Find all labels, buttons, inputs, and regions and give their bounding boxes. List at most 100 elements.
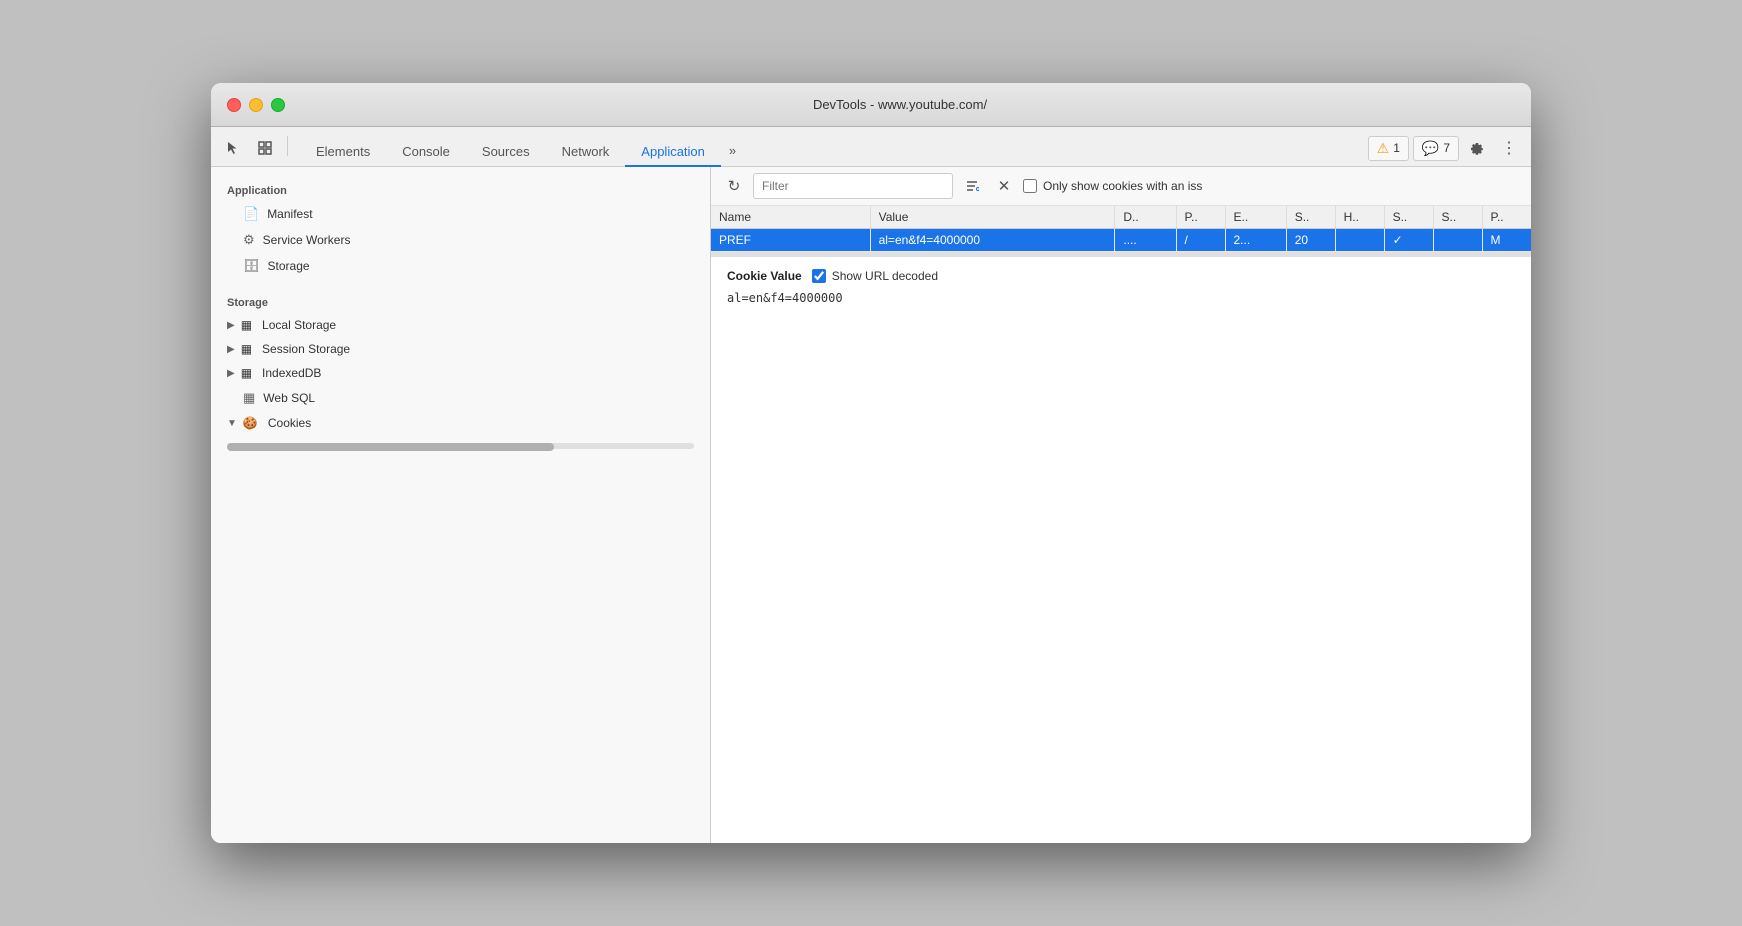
maximize-button[interactable] [271,98,285,112]
cookies-toolbar: ↻ ✕ O [711,167,1531,206]
cell-expires: 2... [1225,229,1286,252]
service-workers-icon: ⚙ [243,232,255,248]
tab-sources[interactable]: Sources [466,138,546,167]
filter-input[interactable] [753,173,953,199]
sidebar-item-service-workers[interactable]: ⚙ Service Workers [211,227,710,253]
cell-samesite [1433,229,1482,252]
url-decode-text: Show URL decoded [832,269,938,283]
tab-divider [287,136,288,156]
only-show-cookies-checkbox[interactable] [1023,179,1037,193]
tab-application[interactable]: Application [625,138,721,167]
cell-httponly [1335,229,1384,252]
refresh-button[interactable]: ↻ [721,173,747,199]
url-decode-checkbox[interactable] [812,269,826,283]
settings-button[interactable] [1463,134,1491,162]
filter-options-button[interactable] [959,173,985,199]
cookies-icon: 🍪 [243,416,258,430]
title-bar: DevTools - www.youtube.com/ [211,83,1531,127]
tab-console[interactable]: Console [386,138,466,167]
sidebar-item-label-local-storage: Local Storage [262,318,336,332]
gear-icon [1469,140,1485,156]
close-button[interactable] [227,98,241,112]
col-header-expires[interactable]: E.. [1225,206,1286,229]
filter-options-icon [965,179,979,193]
col-header-httponly[interactable]: H.. [1335,206,1384,229]
cookies-table-container: Name Value D.. P.. E.. S.. H.. S.. S.. P… [711,206,1531,252]
content-panel: ↻ ✕ O [711,167,1531,843]
sidebar-item-cookies[interactable]: ▼ 🍪 Cookies [211,411,710,435]
tab-bar: Elements Console Sources Network Applica… [211,127,1531,167]
tab-tools-left [219,134,292,166]
only-show-cookies-text: Only show cookies with an iss [1043,179,1202,193]
url-decode-label[interactable]: Show URL decoded [812,269,938,283]
cursor-tool-button[interactable] [219,134,247,162]
main-area: Application 📄 Manifest ⚙ Service Workers… [211,167,1531,843]
sidebar-scrollbar-thumb [227,443,554,451]
table-header-row: Name Value D.. P.. E.. S.. H.. S.. S.. P… [711,206,1531,229]
cursor-icon [225,140,241,156]
inspect-icon [257,140,273,156]
more-options-button[interactable]: ⋮ [1495,134,1523,162]
minimize-button[interactable] [249,98,263,112]
cell-priority: M [1482,229,1531,252]
sidebar-item-manifest[interactable]: 📄 Manifest [211,201,710,227]
tab-bar-right: ⚠ 1 💬 7 ⋮ [1368,134,1523,166]
sidebar-item-local-storage[interactable]: ▶ ▦ Local Storage [211,313,710,337]
col-header-samesite[interactable]: S.. [1433,206,1482,229]
expand-arrow-indexed: ▶ [227,368,235,379]
sidebar-item-storage-app[interactable]: 🗄 Storage [211,253,710,279]
cookie-value-title: Cookie Value [727,269,802,283]
col-header-size[interactable]: S.. [1286,206,1335,229]
sidebar-item-label-indexeddb: IndexedDB [262,366,321,380]
col-header-value[interactable]: Value [870,206,1115,229]
bottom-space [711,317,1531,843]
indexeddb-icon: ▦ [241,366,252,380]
tab-elements[interactable]: Elements [300,138,386,167]
sidebar-item-web-sql[interactable]: ▦ Web SQL [211,385,710,411]
local-storage-icon: ▦ [241,318,252,332]
manifest-icon: 📄 [243,206,259,222]
inspect-tool-button[interactable] [251,134,279,162]
sidebar-item-label-storage-app: Storage [268,259,310,273]
sidebar-item-label-session-storage: Session Storage [262,342,350,356]
table-row[interactable]: PREF al=en&f4=4000000 .... / 2... 20 ✓ M [711,229,1531,252]
storage-app-icon: 🗄 [243,258,260,274]
cell-name: PREF [711,229,870,252]
col-header-priority[interactable]: P.. [1482,206,1531,229]
tab-more-button[interactable]: » [721,137,744,164]
col-header-domain[interactable]: D.. [1115,206,1176,229]
traffic-lights [227,98,285,112]
message-badge-button[interactable]: 💬 7 [1413,136,1459,161]
web-sql-icon: ▦ [243,390,255,406]
warning-icon: ⚠ [1377,140,1390,157]
window-title: DevTools - www.youtube.com/ [285,97,1515,112]
devtools-window: DevTools - www.youtube.com/ [211,83,1531,843]
expand-arrow-session: ▶ [227,344,235,355]
cell-value: al=en&f4=4000000 [870,229,1115,252]
cell-size: 20 [1286,229,1335,252]
devtools-body: Elements Console Sources Network Applica… [211,127,1531,843]
sidebar: Application 📄 Manifest ⚙ Service Workers… [211,167,711,843]
message-count: 7 [1443,141,1450,155]
col-header-name[interactable]: Name [711,206,870,229]
storage-section-title: Storage [211,291,710,313]
sidebar-item-indexeddb[interactable]: ▶ ▦ IndexedDB [211,361,710,385]
only-show-cookies-label[interactable]: Only show cookies with an iss [1023,179,1202,193]
col-header-secure[interactable]: S.. [1384,206,1433,229]
cell-path: / [1176,229,1225,252]
dots-icon: ⋮ [1501,138,1517,158]
cell-secure: ✓ [1384,229,1433,252]
cookie-value-header: Cookie Value Show URL decoded [727,269,1515,283]
session-storage-icon: ▦ [241,342,252,356]
expand-arrow-cookies: ▼ [227,418,237,429]
message-icon: 💬 [1422,140,1439,157]
col-header-path[interactable]: P.. [1176,206,1225,229]
clear-filter-button[interactable]: ✕ [991,173,1017,199]
section-spacer [211,279,710,291]
sidebar-item-label-cookies: Cookies [268,416,311,430]
warning-badge-button[interactable]: ⚠ 1 [1368,136,1409,161]
tab-network[interactable]: Network [546,138,626,167]
sidebar-item-session-storage[interactable]: ▶ ▦ Session Storage [211,337,710,361]
cell-domain: .... [1115,229,1176,252]
sidebar-item-label-manifest: Manifest [267,207,312,221]
